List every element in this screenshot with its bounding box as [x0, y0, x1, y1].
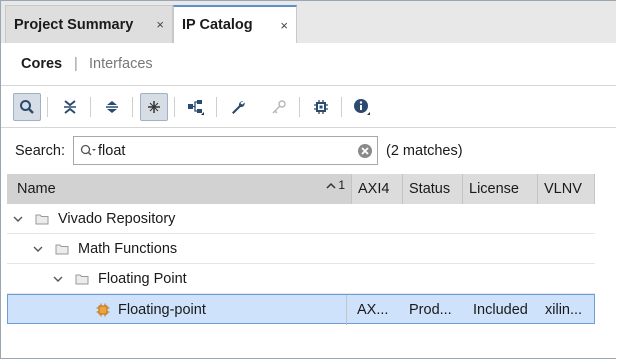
row-vlnv: xilin...: [545, 302, 583, 318]
search-icon[interactable]: [80, 144, 96, 161]
column-label: License: [469, 181, 519, 197]
row-name: Math Functions: [78, 241, 178, 257]
column-header-axi4[interactable]: AXI4: [352, 174, 403, 204]
ip-core-icon: [96, 295, 110, 325]
hierarchy-icon[interactable]: [182, 93, 210, 121]
key-icon: [265, 93, 293, 121]
column-header-status[interactable]: Status: [403, 174, 463, 204]
wrench-icon[interactable]: [224, 93, 252, 121]
search-input[interactable]: [98, 141, 348, 161]
chevron-down-icon[interactable]: [53, 264, 63, 294]
chevron-down-icon[interactable]: [13, 204, 23, 234]
collapse-all-icon[interactable]: [56, 93, 84, 121]
folder-icon: [75, 264, 89, 294]
tab-ip-catalog[interactable]: IP Catalog ×: [173, 5, 297, 43]
tab-label: IP Catalog: [182, 17, 253, 33]
view-tabs: Cores | Interfaces: [1, 43, 616, 86]
match-count: (2 matches): [386, 143, 463, 159]
sort-indicator: 1: [326, 178, 345, 192]
folder-icon: [55, 234, 69, 264]
tree-row[interactable]: Floating Point: [7, 264, 595, 294]
tree-row-selected[interactable]: Floating-point AX... Prod... Included xi…: [7, 294, 595, 325]
row-name: Vivado Repository: [58, 211, 176, 227]
expand-all-icon[interactable]: [98, 93, 126, 121]
info-icon[interactable]: [348, 93, 376, 121]
filter-icon[interactable]: [140, 93, 168, 121]
tab-label: Project Summary: [14, 16, 134, 33]
column-label: AXI4: [358, 181, 390, 197]
column-header-license[interactable]: License: [463, 174, 538, 204]
row-name: Floating-point: [118, 302, 206, 318]
chevron-down-icon[interactable]: [33, 234, 43, 264]
row-name: Floating Point: [98, 271, 187, 287]
sort-order: 1: [338, 178, 345, 192]
row-axi4: AX...: [357, 302, 389, 318]
tree-row[interactable]: Vivado Repository: [7, 204, 595, 234]
ip-catalog-window: Project Summary × IP Catalog × Cores | I…: [0, 0, 616, 359]
column-label: Name: [17, 181, 56, 197]
column-label: Status: [409, 181, 451, 197]
tab-interfaces[interactable]: Interfaces: [89, 56, 153, 72]
toolbar: [1, 87, 616, 128]
tree-row[interactable]: Math Functions: [7, 234, 595, 264]
close-icon[interactable]: ×: [156, 18, 164, 32]
clear-icon[interactable]: [357, 143, 373, 162]
close-icon[interactable]: ×: [280, 19, 288, 33]
chip-icon[interactable]: [307, 93, 335, 121]
search-label: Search:: [15, 143, 65, 159]
tab-bar: Project Summary × IP Catalog ×: [1, 1, 616, 43]
search-row: Search: (2 matches): [1, 128, 616, 174]
tab-project-summary[interactable]: Project Summary ×: [5, 5, 173, 43]
tab-cores[interactable]: Cores: [21, 56, 62, 72]
folder-icon: [35, 204, 49, 234]
column-header-name[interactable]: Name 1: [7, 174, 352, 204]
sort-ascending-icon: [326, 182, 336, 189]
search-icon[interactable]: [13, 93, 41, 121]
row-status: Prod...: [409, 302, 452, 318]
search-field[interactable]: [73, 136, 378, 165]
row-license: Included: [473, 302, 528, 318]
column-label: VLNV: [544, 181, 582, 197]
tab-separator: |: [74, 56, 78, 72]
table-header: Name 1 AXI4 Status License VLNV: [7, 174, 595, 205]
ip-tree-table: Name 1 AXI4 Status License VLNV Vivado R…: [7, 174, 616, 360]
column-header-vlnv[interactable]: VLNV: [538, 174, 595, 204]
